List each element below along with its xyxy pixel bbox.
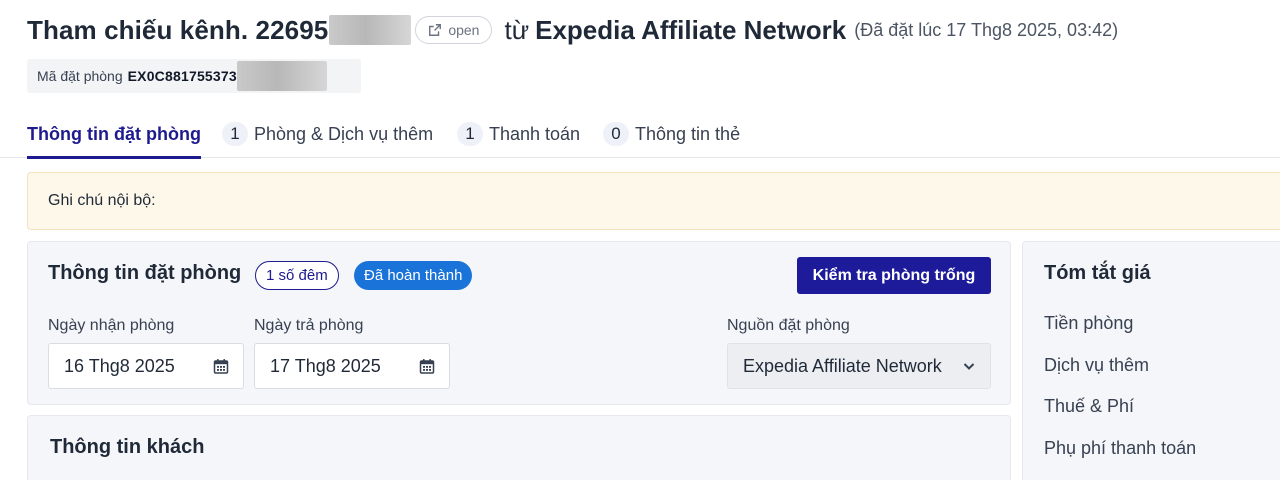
checkin-date-value: 16 Thg8 2025 bbox=[64, 355, 175, 376]
tab-rooms-services[interactable]: 1 Phòng & Dịch vụ thêm bbox=[222, 110, 433, 158]
tab-count-badge: 0 bbox=[603, 122, 629, 146]
checkout-label: Ngày trả phòng bbox=[254, 317, 364, 334]
page-header: Tham chiếu kênh. 22695 open từ Expedia A… bbox=[27, 12, 1118, 48]
open-label: open bbox=[448, 22, 480, 38]
guest-info-panel: Thông tin khách bbox=[27, 415, 1011, 480]
tab-card-info[interactable]: 0 Thông tin thẻ bbox=[603, 110, 740, 158]
price-summary-panel: Tóm tắt giá Tiền phòng Dịch vụ thêm Thuế… bbox=[1022, 241, 1280, 480]
checkout-date-input[interactable]: 17 Thg8 2025 bbox=[254, 343, 450, 389]
summary-row-extras: Dịch vụ thêm bbox=[1044, 355, 1150, 375]
external-link-icon bbox=[429, 24, 442, 36]
chevron-down-icon bbox=[963, 363, 975, 370]
guest-info-title: Thông tin khách bbox=[50, 436, 205, 458]
open-external-button[interactable]: open bbox=[415, 16, 493, 44]
checkout-date-value: 17 Thg8 2025 bbox=[270, 355, 381, 376]
redacted-reference bbox=[329, 15, 412, 45]
summary-row-payment-surcharge: Phụ phí thanh toán bbox=[1044, 438, 1197, 458]
tab-count-badge: 1 bbox=[457, 122, 483, 146]
booking-info-panel: Thông tin đặt phòng 1 số đêm Đã hoàn thà… bbox=[27, 241, 1011, 405]
checkin-label: Ngày nhận phòng bbox=[48, 317, 175, 334]
booking-source-value: Expedia Affiliate Network bbox=[743, 355, 942, 376]
booked-at-timestamp: (Đã đặt lúc 17 Thg8 2025, 03:42) bbox=[854, 19, 1119, 40]
status-badge: Đã hoàn thành bbox=[354, 261, 473, 290]
booking-source-label: Nguồn đặt phòng bbox=[727, 317, 850, 334]
booking-info-title: Thông tin đặt phòng bbox=[48, 262, 242, 284]
summary-row-tax-fees: Thuế & Phí bbox=[1044, 396, 1135, 416]
tab-label: Thông tin thẻ bbox=[635, 123, 741, 144]
nights-badge: 1 số đêm bbox=[255, 261, 339, 290]
calendar-icon bbox=[213, 359, 229, 374]
tab-count-badge: 1 bbox=[222, 122, 248, 146]
check-availability-button[interactable]: Kiểm tra phòng trống bbox=[797, 257, 991, 294]
internal-note-label: Ghi chú nội bộ: bbox=[48, 192, 156, 209]
internal-note[interactable]: Ghi chú nội bộ: bbox=[27, 172, 1280, 230]
channel-reference: Tham chiếu kênh. 22695 bbox=[27, 14, 329, 45]
booking-source-select[interactable]: Expedia Affiliate Network bbox=[727, 343, 991, 389]
summary-row-room: Tiền phòng bbox=[1044, 313, 1134, 333]
tab-payment[interactable]: 1 Thanh toán bbox=[457, 110, 580, 158]
booking-code-box: Mã đặt phòng EX0C881755373 bbox=[27, 59, 361, 93]
calendar-icon bbox=[419, 359, 435, 374]
price-summary-title: Tóm tắt giá bbox=[1044, 262, 1151, 284]
tab-label: Thanh toán bbox=[489, 123, 581, 144]
booking-code-label: Mã đặt phòng bbox=[37, 68, 123, 84]
from-word: từ bbox=[504, 14, 530, 45]
source-name: Expedia Affiliate Network bbox=[535, 14, 847, 45]
booking-code-value: EX0C881755373 bbox=[127, 68, 237, 84]
tab-bar: Thông tin đặt phòng 1 Phòng & Dịch vụ th… bbox=[0, 110, 1280, 159]
tab-booking-info[interactable]: Thông tin đặt phòng bbox=[27, 110, 201, 159]
tab-label: Phòng & Dịch vụ thêm bbox=[254, 123, 434, 144]
checkin-date-input[interactable]: 16 Thg8 2025 bbox=[48, 343, 244, 389]
redacted-booking-code bbox=[236, 61, 327, 91]
tab-label: Thông tin đặt phòng bbox=[27, 123, 201, 144]
